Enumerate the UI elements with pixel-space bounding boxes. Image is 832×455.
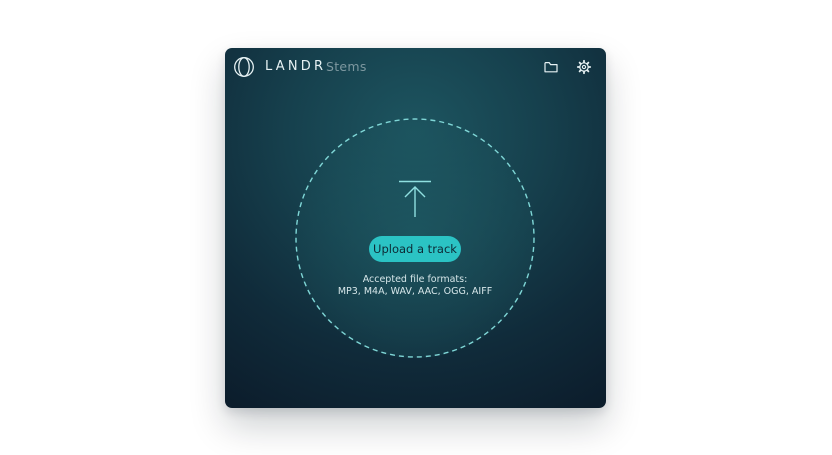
app-window: LANDR Stems Upload a track Accepted file…: [225, 48, 606, 408]
upload-arrow-icon: [399, 180, 431, 217]
accepted-formats-list: MP3, M4A, WAV, AAC, OGG, AIFF: [337, 286, 493, 297]
accepted-formats: Accepted file formats: MP3, M4A, WAV, AA…: [305, 274, 525, 298]
landr-logo-icon: [234, 57, 254, 77]
accepted-formats-label: Accepted file formats:: [362, 274, 468, 285]
folder-icon: [544, 62, 558, 73]
app-stage: LANDR Stems Upload a track Accepted file…: [0, 0, 832, 455]
brand-name: LANDR: [265, 59, 327, 74]
title-bar: LANDR Stems: [225, 48, 606, 88]
upload-track-button[interactable]: Upload a track: [369, 236, 461, 262]
gear-icon: [576, 59, 592, 75]
settings-button[interactable]: [576, 59, 592, 75]
open-folder-button[interactable]: [543, 59, 559, 75]
product-name: Stems: [326, 59, 367, 74]
upload-dropzone[interactable]: Upload a track Accepted file formats: MP…: [295, 118, 535, 358]
